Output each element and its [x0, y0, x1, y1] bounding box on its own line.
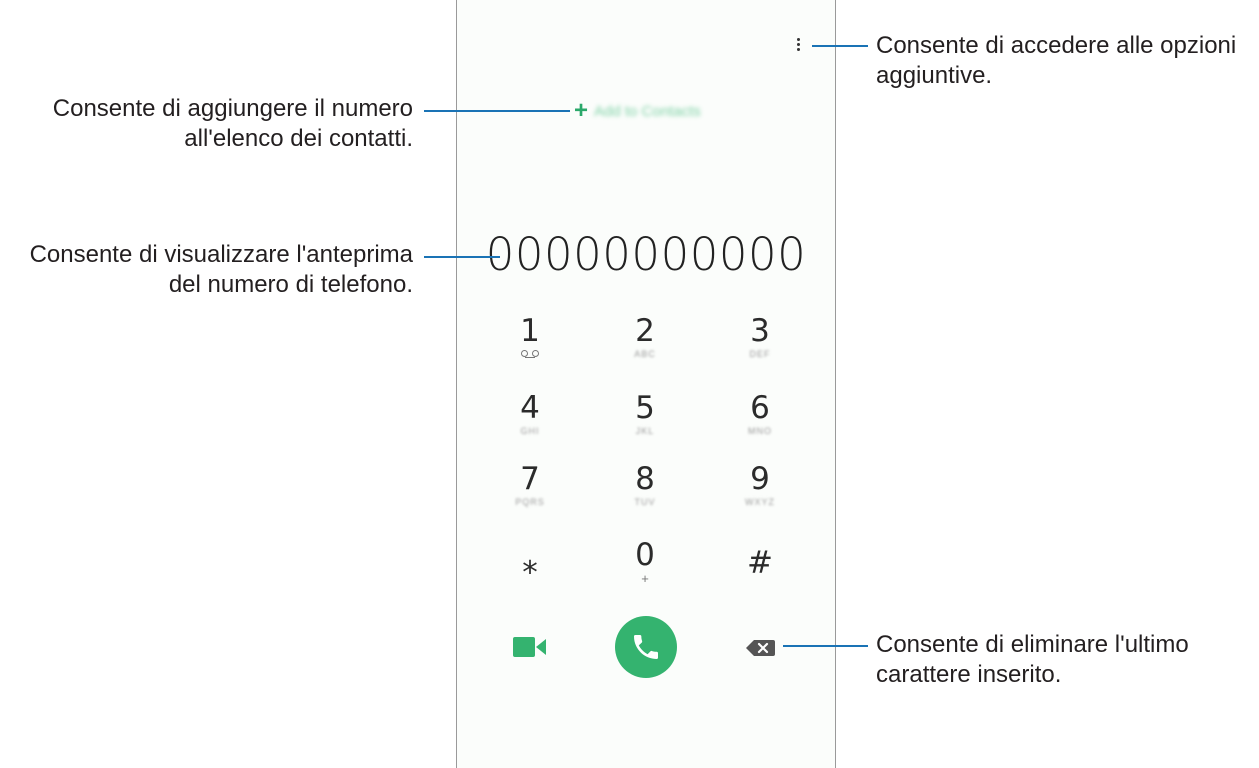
key-letters: DEF [749, 349, 771, 359]
voicemail-icon [521, 349, 539, 359]
leader-line-options [812, 45, 868, 47]
key-5[interactable]: 5 JKL [605, 391, 685, 439]
leader-line-delete [783, 645, 868, 647]
leader-line-add-contact [424, 110, 570, 112]
key-digit: 0 [635, 537, 655, 573]
callout-preview: Consente di visualizzare l'anteprima del… [30, 240, 413, 300]
key-3[interactable]: 3 DEF [720, 314, 800, 362]
callout-delete-line1: Consente di eliminare l'ultimo [876, 631, 1189, 658]
key-letters: WXYZ [745, 497, 775, 507]
key-digit: 1 [520, 313, 540, 349]
key-digit: 7 [520, 461, 540, 497]
callout-add-contact: Consente di aggiungere il numero all'ele… [53, 94, 413, 154]
call-button[interactable] [615, 616, 677, 678]
key-digit: 9 [750, 461, 770, 497]
key-letters: GHI [520, 426, 540, 436]
callout-options-line1: Consente di accedere alle opzioni [876, 32, 1237, 59]
key-6[interactable]: 6 MNO [720, 391, 800, 439]
key-4[interactable]: 4 GHI [490, 391, 570, 439]
callout-options: Consente di accedere alle opzioni aggiun… [876, 31, 1236, 91]
callout-preview-line2: del numero di telefono. [168, 271, 413, 298]
key-9[interactable]: 9 WXYZ [720, 462, 800, 510]
video-call-icon[interactable] [513, 636, 547, 658]
more-options-icon[interactable] [793, 38, 803, 56]
key-digit: 5 [635, 390, 655, 426]
key-star[interactable]: ⁎ [490, 546, 570, 580]
callout-delete-line2: carattere inserito. [876, 661, 1062, 688]
leader-line-preview [424, 256, 500, 258]
add-to-contacts-label: Add to Contacts [594, 102, 701, 120]
callout-options-line2: aggiuntive. [876, 62, 993, 89]
key-hash[interactable]: # [720, 546, 800, 580]
plus-icon: + [574, 97, 589, 124]
key-letters: TUV [634, 497, 656, 507]
key-digit: 8 [635, 461, 655, 497]
callout-preview-line1: Consente di visualizzare l'anteprima [29, 241, 413, 268]
key-8[interactable]: 8 TUV [605, 462, 685, 510]
key-digit: 2 [635, 313, 655, 349]
key-2[interactable]: 2 ABC [605, 314, 685, 362]
key-1[interactable]: 1 [490, 314, 570, 362]
key-letters: PQRS [515, 497, 545, 507]
key-0[interactable]: 0 + [605, 538, 685, 586]
callout-add-contact-line1: Consente di aggiungere il numero [52, 95, 413, 122]
key-digit: 3 [750, 313, 770, 349]
key-letters: JKL [635, 426, 655, 436]
callout-add-contact-line2: all'elenco dei contatti. [184, 125, 413, 152]
key-digit: 6 [750, 390, 770, 426]
key-digit: ⁎ [522, 545, 538, 581]
key-plus: + [641, 571, 649, 586]
key-7[interactable]: 7 PQRS [490, 462, 570, 510]
key-digit: 4 [520, 390, 540, 426]
key-letters: ABC [634, 349, 656, 359]
key-digit: # [747, 545, 773, 581]
phone-icon [634, 635, 658, 659]
key-letters: MNO [748, 426, 772, 436]
add-to-contacts-button[interactable]: + Add to Contacts [574, 99, 701, 123]
backspace-icon[interactable] [746, 640, 775, 656]
callout-delete: Consente di eliminare l'ultimo carattere… [876, 630, 1189, 690]
phone-number-preview: 00000000000 [485, 228, 807, 281]
